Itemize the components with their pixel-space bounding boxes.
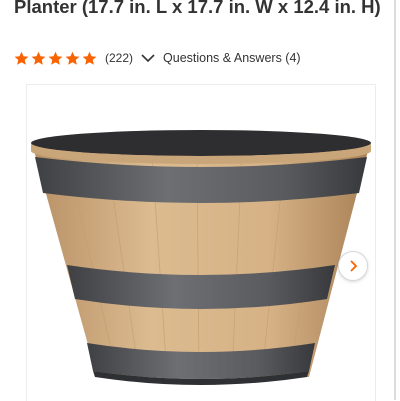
chevron-down-icon	[141, 54, 155, 63]
questions-answers-link[interactable]: Questions & Answers (4)	[141, 51, 301, 65]
questions-answers-label: Questions & Answers (4)	[163, 51, 301, 65]
product-image-carousel[interactable]	[26, 84, 376, 401]
star-icon	[48, 51, 63, 65]
star-icon	[82, 51, 97, 65]
product-title: Planter (17.7 in. L x 17.7 in. W x 12.4 …	[14, 0, 381, 17]
star-rating[interactable]	[14, 51, 99, 66]
next-image-button[interactable]	[338, 251, 368, 281]
review-count[interactable]: (222)	[105, 51, 133, 65]
scrollbar[interactable]	[394, 0, 396, 400]
rating-row: (222) Questions & Answers (4)	[14, 49, 301, 67]
chevron-right-icon	[350, 260, 358, 272]
star-icon	[31, 51, 46, 65]
star-icon	[14, 51, 29, 65]
star-icon	[65, 51, 80, 65]
product-image	[31, 130, 371, 385]
